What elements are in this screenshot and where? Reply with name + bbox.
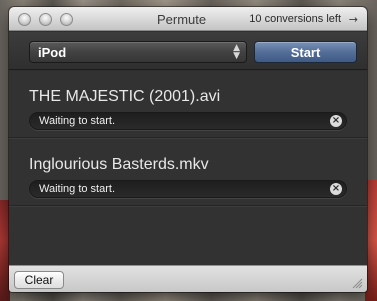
arrow-right-icon[interactable]: →	[349, 13, 358, 26]
status-progress-bar: Waiting to start. ×	[29, 180, 347, 198]
resize-grip-icon[interactable]	[352, 278, 363, 289]
cancel-icon[interactable]: ×	[330, 115, 342, 127]
start-button[interactable]: Start	[254, 41, 357, 63]
list-item[interactable]: THE MAJESTIC (2001).avi Waiting to start…	[9, 71, 367, 138]
list-item[interactable]: Inglourious Basterds.mkv Waiting to star…	[9, 139, 367, 206]
conversions-left-link[interactable]: 10 conversions left	[249, 13, 341, 25]
status-progress-bar: Waiting to start. ×	[29, 112, 347, 130]
title-bar[interactable]: Permute 10 conversions left →	[9, 7, 367, 31]
cancel-icon[interactable]: ×	[330, 183, 342, 195]
permute-window: Permute 10 conversions left → iPod ▲ ▼ St…	[9, 7, 367, 292]
close-window-button[interactable]	[18, 13, 31, 26]
chevron-updown-icon: ▲ ▼	[233, 43, 240, 61]
minimize-window-button[interactable]	[39, 13, 52, 26]
status-text: Waiting to start.	[39, 183, 116, 195]
zoom-window-button[interactable]	[60, 13, 73, 26]
conversion-list: THE MAJESTIC (2001).avi Waiting to start…	[9, 71, 367, 265]
file-name: Inglourious Basterds.mkv	[29, 156, 209, 173]
clear-button[interactable]: Clear	[14, 271, 64, 289]
file-name: THE MAJESTIC (2001).avi	[29, 88, 221, 105]
preset-select[interactable]: iPod ▲ ▼	[29, 41, 247, 63]
preset-select-value: iPod	[38, 45, 67, 60]
window-footer: Clear	[9, 265, 367, 292]
status-text: Waiting to start.	[39, 115, 116, 127]
toolbar: iPod ▲ ▼ Start	[9, 32, 367, 70]
window-title: Permute	[157, 12, 207, 27]
